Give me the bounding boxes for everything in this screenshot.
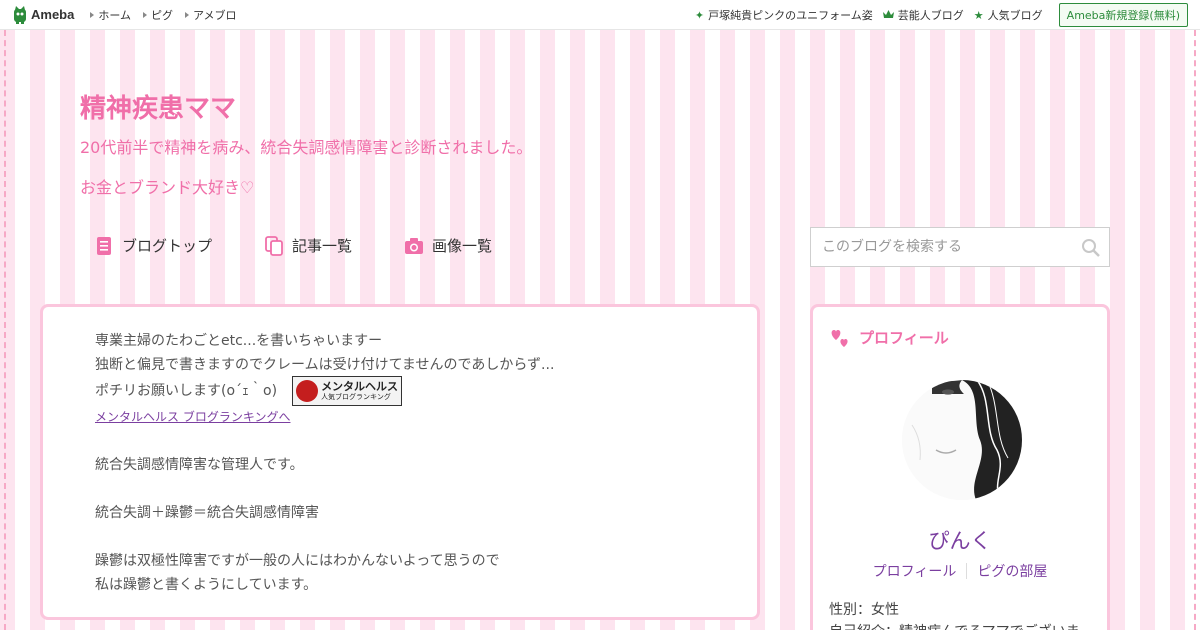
blog-global-nav: ブログトップ 記事一覧 画像一覧 bbox=[94, 235, 492, 256]
nav-pigg-label: ピグ bbox=[151, 8, 174, 22]
blog-description-line2: お金とブランド大好き♡ bbox=[80, 178, 255, 197]
profile-intro: 自己紹介：精神病んでるママでございま bbox=[829, 621, 1080, 630]
blog-title[interactable]: 精神疾患ママ bbox=[80, 88, 236, 125]
blog-search-box bbox=[810, 227, 1110, 267]
profile-name[interactable]: ぴんく bbox=[813, 525, 1107, 555]
nav-pigg-link[interactable]: ピグ bbox=[143, 7, 173, 23]
entry-line: 私は躁鬱と書くようにしています。 bbox=[95, 577, 318, 593]
celebrity-blog-link[interactable]: 芸能人ブログ bbox=[882, 7, 964, 23]
blog-entry-card: 専業主婦のたわごとetc...を書いちゃいますー 独断と偏見で書きますのでクレー… bbox=[40, 304, 760, 620]
ameba-header-bar: Ameba ホーム ピグ アメブロ ✦ 戸塚純貴ピンクのユニフォーム姿 芸能人ブ… bbox=[0, 0, 1200, 30]
crown-icon bbox=[882, 9, 894, 22]
nav-ameblo-label: アメブロ bbox=[193, 8, 237, 22]
entry-line: 統合失調＋躁鬱＝統合失調感情障害 bbox=[95, 505, 319, 521]
hearts-icon bbox=[829, 328, 851, 348]
entry-line: 統合失調感情障害な管理人です。 bbox=[95, 457, 304, 473]
entry-line: 躁鬱は双極性障害ですが一般の人にはわかんないよって思うので bbox=[95, 553, 500, 569]
avatar[interactable] bbox=[902, 380, 1022, 500]
triangle-right-icon bbox=[143, 11, 148, 18]
nav-ameblo-link[interactable]: アメブロ bbox=[185, 7, 236, 23]
pigg-room-link[interactable]: ピグの部屋 bbox=[967, 561, 1057, 581]
triangle-right-icon bbox=[90, 11, 95, 18]
entry-body: 専業主婦のたわごとetc...を書いちゃいますー 独断と偏見で書きますのでクレー… bbox=[95, 329, 554, 597]
star-icon: ★ bbox=[973, 8, 984, 22]
popular-blog-link[interactable]: ★ 人気ブログ bbox=[974, 7, 1043, 23]
ranking-line: ポチリお願いします(o´ｪ｀o) メンタルヘルス 人気ブログランキング bbox=[95, 376, 554, 406]
celebrity-blog-label: 芸能人ブログ bbox=[897, 9, 964, 22]
right-dashed-border bbox=[1194, 30, 1200, 630]
sparkle-icon: ✦ bbox=[694, 8, 705, 22]
ameba-mascot-icon bbox=[12, 5, 28, 24]
ameba-right-links: ✦ 戸塚純貴ピンクのユニフォーム姿 芸能人ブログ ★ 人気ブログ Ameba新規… bbox=[685, 0, 1188, 30]
ameba-logo[interactable]: Ameba bbox=[12, 5, 75, 24]
register-button[interactable]: Ameba新規登録(無料) bbox=[1058, 3, 1188, 27]
ranking-logo-icon bbox=[296, 380, 319, 402]
nav-article-list[interactable]: 記事一覧 bbox=[264, 235, 352, 256]
nav-image-list-label: 画像一覧 bbox=[432, 237, 493, 255]
blog-description: 20代前半で精神を病み、統合失調感情障害と診断されました。 お金とブランド大好き… bbox=[80, 128, 532, 208]
triangle-right-icon bbox=[185, 11, 190, 18]
entry-line: 専業主婦のたわごとetc...を書いちゃいますー bbox=[95, 333, 383, 349]
popular-blog-label: 人気ブログ bbox=[987, 9, 1043, 22]
blog-search-input[interactable] bbox=[811, 228, 1109, 266]
profile-gender: 性別：女性 bbox=[829, 602, 899, 618]
copy-icon bbox=[264, 235, 284, 256]
left-dashed-border bbox=[0, 30, 6, 630]
entry-line: 独断と偏見で書きますのでクレームは受け付けてませんのであしからず... bbox=[95, 357, 555, 373]
nav-home-link[interactable]: ホーム bbox=[90, 7, 131, 23]
document-icon bbox=[94, 236, 114, 256]
nav-image-list[interactable]: 画像一覧 bbox=[404, 235, 492, 256]
ameba-nav: ホーム ピグ アメブロ bbox=[90, 7, 248, 23]
profile-card: プロフィール ぴんく プロフィール ピグの部屋 性別：女性 自己紹介：精神病んで… bbox=[810, 304, 1110, 630]
profile-heading-label: プロフィール bbox=[859, 329, 949, 347]
nav-blog-top[interactable]: ブログトップ bbox=[94, 235, 212, 256]
nav-article-list-label: 記事一覧 bbox=[292, 237, 353, 255]
trend-label: 戸塚純貴ピンクのユニフォーム姿 bbox=[708, 9, 873, 22]
search-icon[interactable] bbox=[1081, 238, 1101, 258]
profile-info: 性別：女性 自己紹介：精神病んでるママでございま bbox=[829, 599, 1080, 630]
trend-link[interactable]: ✦ 戸塚純貴ピンクのユニフォーム姿 bbox=[695, 7, 873, 23]
camera-icon bbox=[404, 236, 424, 256]
ameba-logo-text: Ameba bbox=[31, 7, 75, 22]
nav-blog-top-label: ブログトップ bbox=[122, 237, 213, 255]
banner-sub-text: 人気ブログランキング bbox=[321, 393, 391, 401]
profile-heading: プロフィール bbox=[829, 327, 949, 348]
banner-main-text: メンタルヘルス bbox=[321, 380, 399, 393]
profile-link[interactable]: プロフィール bbox=[863, 561, 967, 581]
entry-line: ポチリお願いします(o´ｪ｀o) bbox=[95, 383, 278, 399]
mental-health-ranking-banner[interactable]: メンタルヘルス 人気ブログランキング bbox=[292, 376, 403, 406]
profile-links: プロフィール ピグの部屋 bbox=[813, 561, 1107, 581]
nav-home-label: ホーム bbox=[98, 8, 132, 22]
ranking-text-link[interactable]: メンタルヘルス ブログランキングへ bbox=[95, 410, 290, 424]
blog-description-line1: 20代前半で精神を病み、統合失調感情障害と診断されました。 bbox=[80, 138, 533, 157]
